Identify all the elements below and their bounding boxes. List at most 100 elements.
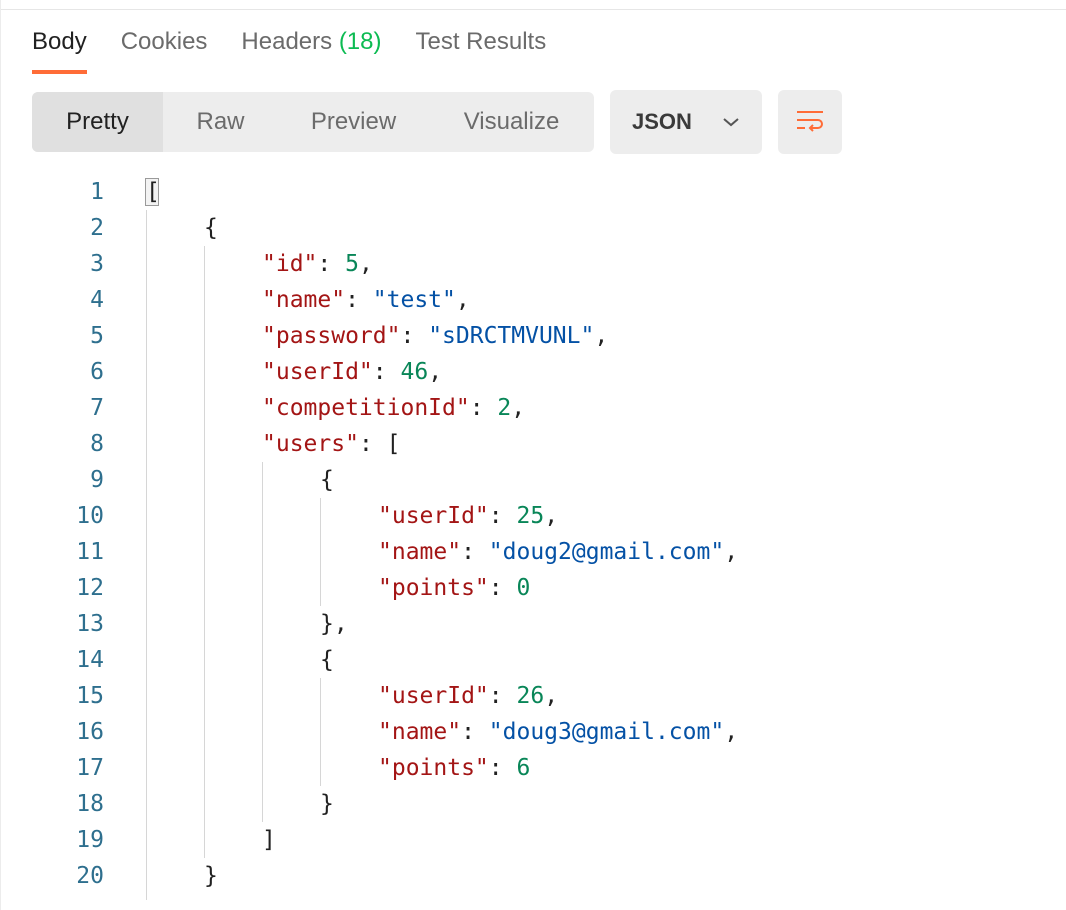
code-line: 18} [0, 786, 1066, 822]
line-number: 13 [76, 611, 104, 637]
json-number-value: 2 [497, 395, 512, 421]
json-punctuation: : [461, 539, 489, 565]
json-punctuation: } [320, 791, 334, 817]
code-text: "users": [ [262, 426, 400, 462]
json-string-value: "doug2@gmail.com" [488, 539, 725, 565]
code-text: "points": 0 [378, 570, 530, 606]
code-text: "name": "doug2@gmail.com", [378, 534, 738, 570]
response-tabs: Body Cookies Headers (18) Test Results [32, 26, 580, 76]
code-text: } [204, 858, 218, 894]
code-text: "userId": 25, [378, 498, 558, 534]
code-line: 4 "name": "test", [0, 282, 1066, 318]
code-text: { [204, 210, 218, 246]
format-dropdown[interactable]: JSON [610, 90, 762, 154]
json-string-value: "test" [372, 287, 456, 313]
tab-headers[interactable]: Headers (18) [241, 26, 381, 74]
tab-cookies-label: Cookies [120, 28, 208, 55]
view-mode-visualize-label: Visualize [463, 108, 560, 135]
json-punctuation: , [428, 359, 443, 385]
json-key: "password" [262, 323, 401, 349]
code-text: } [320, 786, 334, 822]
wrap-lines-button[interactable] [778, 90, 842, 154]
json-key: "competitionId" [262, 395, 470, 421]
view-mode-pretty-label: Pretty [66, 108, 129, 135]
json-punctuation: , [544, 503, 559, 529]
tab-test-results[interactable]: Test Results [416, 26, 547, 74]
line-number: 1 [90, 179, 104, 205]
view-mode-raw-label: Raw [196, 108, 245, 135]
response-body-editor[interactable]: 1[2{3 "id": 5, 4 "name": "test", 5 "password"… [0, 174, 1066, 910]
code-text: "password": "sDRCTMVUNL", [262, 318, 608, 354]
line-number: 8 [90, 431, 104, 457]
code-line: 6 "userId": 46, [0, 354, 1066, 390]
line-number: 20 [76, 863, 104, 889]
json-punctuation: , [455, 287, 470, 313]
code-line: 17 "points": 6 [0, 750, 1066, 786]
json-punctuation: : [488, 503, 517, 529]
json-number-value: 5 [345, 251, 359, 277]
code-line: 14 { [0, 642, 1066, 678]
json-key: "userId" [378, 503, 489, 529]
view-mode-visualize-button[interactable]: Visualize [429, 92, 594, 152]
json-punctuation: : [469, 395, 498, 421]
json-key: "points" [378, 575, 489, 601]
code-text: "name": "test", [262, 282, 470, 318]
code-line: 1[ [0, 174, 1066, 210]
json-punctuation: , [594, 323, 609, 349]
json-punctuation: { [320, 647, 334, 673]
json-punctuation: : [400, 323, 429, 349]
tab-body[interactable]: Body [32, 26, 87, 74]
json-key: "users" [262, 431, 359, 457]
code-line: 11 "name": "doug2@gmail.com", [0, 534, 1066, 570]
chevron-down-icon [722, 116, 740, 128]
code-text: "competitionId": 2, [262, 390, 525, 426]
view-mode-raw-button[interactable]: Raw [163, 92, 278, 152]
code-text: }, [320, 606, 348, 642]
view-mode-preview-button[interactable]: Preview [278, 92, 429, 152]
json-punctuation: }, [320, 611, 348, 637]
json-punctuation: : [317, 251, 346, 277]
json-key: "id" [262, 251, 318, 277]
json-punctuation: : [ [358, 431, 401, 457]
json-punctuation: { [204, 215, 218, 241]
code-line: 7 "competitionId": 2, [0, 390, 1066, 426]
json-key: "userId" [378, 683, 489, 709]
json-key: "name" [378, 539, 462, 565]
code-text: "id": 5, [262, 246, 373, 282]
code-line: 8 "users": [ [0, 426, 1066, 462]
view-mode-pretty-button[interactable]: Pretty [32, 92, 163, 152]
code-line: 20} [0, 858, 1066, 894]
json-punctuation: { [320, 467, 334, 493]
code-line: 15 "userId": 26, [0, 678, 1066, 714]
json-punctuation: ] [262, 827, 276, 853]
json-punctuation: } [204, 863, 218, 889]
json-punctuation: : [488, 683, 517, 709]
line-number: 11 [76, 539, 104, 565]
line-number: 18 [76, 791, 104, 817]
json-punctuation: , [724, 719, 739, 745]
code-text: "name": "doug3@gmail.com", [378, 714, 738, 750]
json-number-value: 26 [516, 683, 545, 709]
line-number: 2 [90, 215, 104, 241]
code-text: { [320, 462, 334, 498]
view-mode-switcher: Pretty Raw Preview Visualize [32, 92, 594, 152]
line-number: 9 [90, 467, 104, 493]
tab-cookies[interactable]: Cookies [121, 26, 208, 74]
code-line: 16 "name": "doug3@gmail.com", [0, 714, 1066, 750]
code-text: "userId": 26, [378, 678, 558, 714]
line-number: 19 [76, 827, 104, 853]
json-number-value: 6 [516, 755, 531, 781]
format-dropdown-value: JSON [632, 109, 692, 134]
code-text: "points": 6 [378, 750, 530, 786]
line-number: 15 [76, 683, 104, 709]
json-string-value: "sDRCTMVUNL" [428, 323, 595, 349]
json-number-value: 25 [516, 503, 545, 529]
line-number: 16 [76, 719, 104, 745]
tab-test-results-label: Test Results [415, 28, 547, 55]
json-punctuation: , [544, 683, 559, 709]
wrap-lines-icon [795, 108, 825, 137]
response-toolbar: Pretty Raw Preview Visualize JSON [32, 90, 842, 154]
code-line: 9{ [0, 462, 1066, 498]
json-key: "userId" [262, 359, 373, 385]
line-number: 6 [90, 359, 104, 385]
